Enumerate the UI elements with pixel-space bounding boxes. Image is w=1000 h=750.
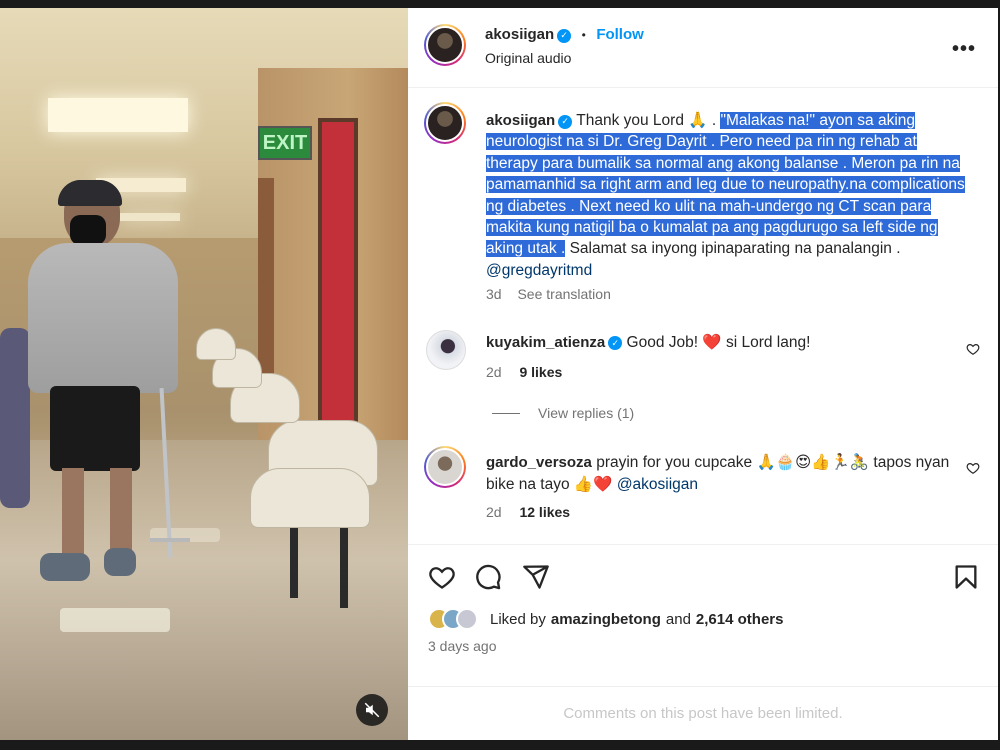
verified-icon: ✓: [557, 28, 572, 43]
comment-like-icon[interactable]: [966, 461, 980, 475]
liked-by-prefix: Liked by: [490, 610, 546, 628]
more-options-button[interactable]: •••: [952, 38, 976, 61]
caption-author-avatar[interactable]: [424, 102, 466, 144]
post-header: akosiigan ✓ • Follow Original audio •••: [408, 8, 998, 88]
audio-label[interactable]: Original audio: [485, 50, 571, 66]
caption-selected-text: "Malakas na!" ayon sa aking neurologist …: [486, 112, 965, 258]
ceiling-light: [48, 98, 188, 132]
caption-text-before: Thank you Lord 🙏 .: [576, 112, 717, 129]
view-replies-label: View replies (1): [538, 405, 635, 421]
leg: [110, 468, 132, 553]
replies-line: [492, 412, 520, 414]
liked-by-others[interactable]: 2,614 others: [696, 611, 784, 628]
view-replies-button[interactable]: View replies (1): [492, 405, 634, 421]
sneaker: [104, 548, 136, 576]
liked-by-and: and: [665, 610, 691, 628]
post-video[interactable]: EXIT: [0, 8, 408, 740]
commenter-avatar[interactable]: [426, 330, 466, 370]
chair-leg: [340, 528, 348, 608]
comment-item: kuyakim_atienza ✓ Good Job! ❤️ si Lord la…: [486, 332, 966, 354]
red-door: [318, 118, 358, 468]
exit-sign: EXIT: [258, 126, 312, 160]
cap: [58, 180, 122, 206]
caption-username[interactable]: akosiigan: [486, 112, 555, 129]
waiting-chair: [250, 468, 370, 528]
comment-time: 2d: [486, 504, 502, 520]
gray-hoodie: [28, 243, 178, 393]
more-icon: •••: [951, 38, 976, 60]
see-translation-button[interactable]: See translation: [517, 286, 610, 302]
verified-icon: ✓: [558, 114, 573, 129]
post-date[interactable]: 3 days ago: [428, 638, 497, 654]
author-username[interactable]: akosiigan: [485, 26, 554, 43]
follow-button[interactable]: Follow: [596, 26, 644, 43]
caption-time: 3d: [486, 286, 502, 302]
share-icon[interactable]: [522, 563, 550, 591]
liked-by-user[interactable]: amazingbetong: [551, 611, 661, 628]
sneaker: [40, 553, 90, 581]
comment-meta: 2d 12 likes: [486, 504, 570, 520]
caption-mention[interactable]: @gregdayritmd: [486, 262, 592, 279]
comment-mention[interactable]: @akosiigan: [617, 476, 698, 493]
author-avatar[interactable]: [424, 24, 466, 66]
bookmark-icon[interactable]: [952, 563, 980, 591]
separator-dot: •: [581, 28, 586, 42]
comment-username[interactable]: gardo_versoza: [486, 454, 592, 471]
floor-reflection: [60, 608, 170, 632]
post-caption: akosiigan ✓ Thank you Lord 🙏 . "Malakas n…: [486, 110, 966, 281]
mute-icon: [364, 702, 380, 718]
comments-limited-text: Comments on this post have been limited.: [563, 705, 843, 722]
chair-leg: [290, 528, 298, 598]
comment-like-icon[interactable]: [966, 342, 980, 356]
waiting-chair: [196, 328, 236, 360]
comment-username[interactable]: kuyakim_atienza: [486, 334, 605, 351]
mute-button[interactable]: [356, 694, 388, 726]
comment-likes[interactable]: 12 likes: [519, 504, 570, 520]
post-panel: akosiigan ✓ • Follow Original audio ••• a…: [408, 8, 998, 740]
comment-icon[interactable]: [474, 563, 502, 591]
comment-time: 2d: [486, 364, 502, 380]
heart-icon[interactable]: [428, 563, 456, 591]
ceiling-light: [120, 213, 180, 221]
caption-meta: 3d See translation: [486, 286, 611, 302]
comment-item: gardo_versoza prayin for you cupcake 🙏🧁😍…: [486, 452, 966, 496]
leg: [62, 468, 84, 558]
comment-meta: 2d 9 likes: [486, 364, 562, 380]
header-user-row: akosiigan ✓ • Follow: [485, 26, 644, 44]
commenter-avatar[interactable]: [424, 446, 466, 488]
face-mask: [70, 215, 106, 245]
likes-summary: Liked by amazingbetong and 2,614 others: [428, 608, 783, 630]
verified-icon: ✓: [608, 336, 623, 350]
cane-base: [150, 538, 190, 542]
black-shorts: [50, 386, 140, 471]
caption-text-after: Salamat sa inyong ipinaparating na panal…: [569, 240, 901, 258]
comments-limited-notice: Comments on this post have been limited.: [408, 686, 998, 740]
seated-person: [0, 328, 30, 508]
comment-text: Good Job! ❤️ si Lord lang!: [626, 334, 811, 351]
liker-avatar[interactable]: [456, 608, 478, 630]
comment-likes[interactable]: 9 likes: [519, 364, 562, 380]
